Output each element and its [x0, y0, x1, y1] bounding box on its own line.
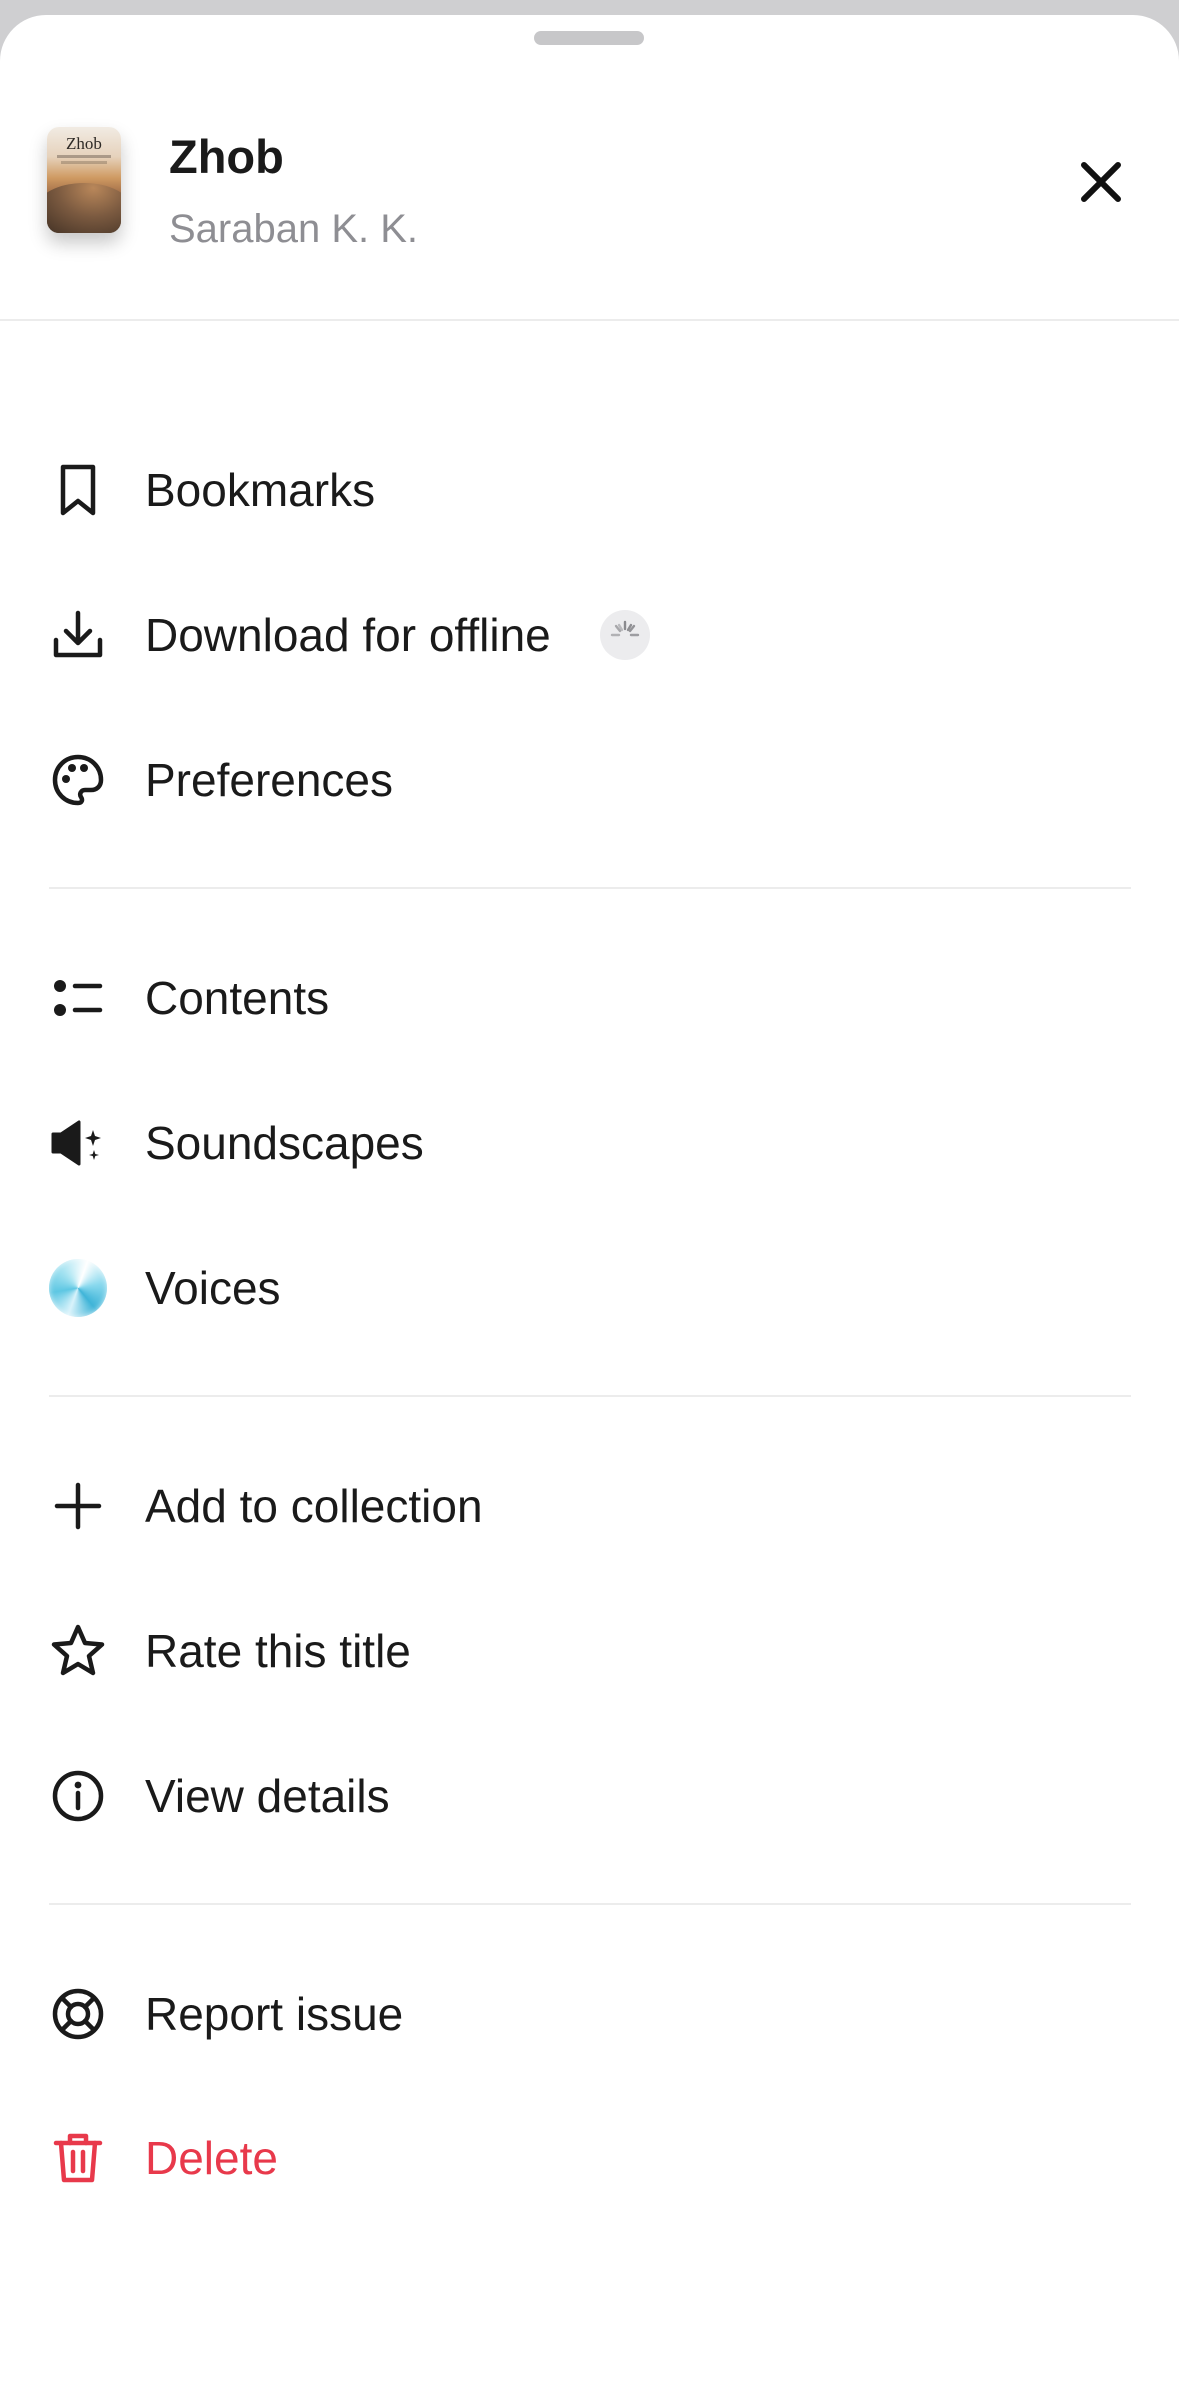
section-divider: [49, 1395, 1131, 1397]
cover-landscape-art: [47, 183, 121, 233]
menu-item-label: Bookmarks: [145, 464, 376, 516]
trash-icon: [47, 2127, 109, 2189]
menu-item-label: Delete: [145, 2132, 278, 2184]
star-icon: [47, 1620, 109, 1682]
plus-icon: [47, 1475, 109, 1537]
menu-item-label: View details: [145, 1770, 390, 1822]
speaker-sparkle-icon: [47, 1112, 109, 1174]
menu-item-rate-title[interactable]: Rate this title: [0, 1586, 1179, 1716]
menu-item-preferences[interactable]: Preferences: [0, 715, 1179, 845]
book-title: Zhob: [169, 130, 284, 183]
list-icon: [47, 967, 109, 1029]
menu-item-add-to-collection[interactable]: Add to collection: [0, 1441, 1179, 1571]
menu-item-report-issue[interactable]: Report issue: [0, 1949, 1179, 2079]
menu-item-label: Preferences: [145, 754, 394, 806]
section-divider: [49, 1903, 1131, 1905]
palette-icon: [47, 749, 109, 811]
sheet-header: Zhob Zhob Saraban K. K.: [0, 15, 1179, 321]
bookmark-icon: [47, 459, 109, 521]
cover-title-text: Zhob: [66, 134, 102, 153]
menu-item-label: Voices: [145, 1262, 281, 1314]
menu-item-bookmarks[interactable]: Bookmarks: [0, 425, 1179, 555]
cover-subtitle-line: [61, 161, 107, 164]
lifebuoy-icon: [47, 1983, 109, 2045]
cover-subtitle-line: [57, 155, 111, 158]
menu-item-view-details[interactable]: View details: [0, 1731, 1179, 1861]
menu-item-soundscapes[interactable]: Soundscapes: [0, 1078, 1179, 1208]
menu-item-voices[interactable]: Voices: [0, 1223, 1179, 1353]
voice-orb-icon: [47, 1257, 109, 1319]
download-icon: [47, 604, 109, 666]
menu-item-label: Add to collection: [145, 1480, 483, 1532]
menu-item-download-offline[interactable]: Download for offline: [0, 570, 1179, 700]
close-button[interactable]: [1070, 151, 1132, 213]
menu-item-label: Soundscapes: [145, 1117, 424, 1169]
menu-item-label: Report issue: [145, 1988, 404, 2040]
section-divider: [49, 887, 1131, 889]
menu-item-contents[interactable]: Contents: [0, 933, 1179, 1063]
menu-item-delete[interactable]: Delete: [0, 2093, 1179, 2223]
book-author: Saraban K. K.: [169, 207, 419, 251]
close-icon: [1081, 162, 1121, 202]
menu-item-label: Rate this title: [145, 1625, 411, 1677]
info-icon: [47, 1765, 109, 1827]
action-sheet: Zhob Zhob Saraban K. K. Bookmarks Downlo…: [0, 15, 1179, 2396]
menu-item-label: Download for offline: [145, 609, 551, 661]
book-cover-thumbnail: Zhob: [47, 127, 121, 233]
menu-item-label: Contents: [145, 972, 330, 1024]
loading-spinner-icon: [600, 610, 650, 660]
